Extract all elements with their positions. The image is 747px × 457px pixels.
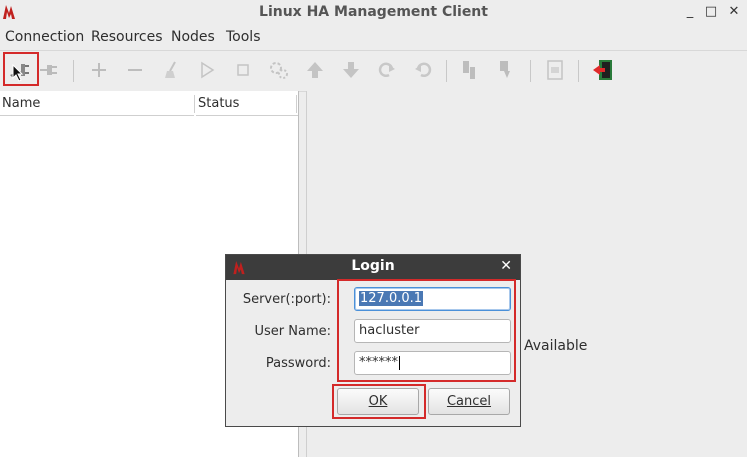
- ok-button-highlight: [332, 384, 426, 419]
- toolbar-separator: [530, 60, 531, 82]
- column-header-status[interactable]: Status: [196, 91, 298, 116]
- status-text: Available: [524, 338, 588, 354]
- menu-bar: Connection Resources Nodes Tools: [0, 26, 747, 48]
- login-dialog-title: Login: [351, 258, 395, 274]
- start-icon[interactable]: [194, 57, 220, 83]
- server-label: Server(:port):: [242, 292, 331, 307]
- window-titlebar: Linux HA Management Client _ □ ✕: [0, 0, 747, 26]
- configure-icon[interactable]: [266, 57, 292, 83]
- active-icon[interactable]: [492, 57, 518, 83]
- view-xml-icon[interactable]: [542, 57, 568, 83]
- close-dialog-button[interactable]: ✕: [500, 258, 512, 274]
- column-divider[interactable]: [194, 95, 195, 113]
- password-label: Password:: [265, 356, 331, 371]
- redo-icon[interactable]: [374, 57, 400, 83]
- undo-icon[interactable]: [410, 57, 436, 83]
- remove-icon[interactable]: [122, 57, 148, 83]
- logout-icon[interactable]: [37, 57, 63, 83]
- move-down-icon[interactable]: [338, 57, 364, 83]
- cleanup-icon[interactable]: [158, 57, 184, 83]
- menu-connection[interactable]: Connection: [5, 29, 84, 45]
- toolbar-separator: [578, 60, 579, 82]
- close-window-button[interactable]: ✕: [726, 3, 742, 21]
- exit-icon[interactable]: [590, 57, 616, 83]
- menu-nodes[interactable]: Nodes: [171, 29, 215, 45]
- toolbar-separator: [73, 60, 74, 82]
- toolbar: [0, 50, 747, 92]
- credentials-highlight: [337, 279, 516, 382]
- login-dialog-titlebar: Login ✕: [226, 255, 520, 280]
- window-title: Linux HA Management Client: [259, 4, 488, 20]
- menu-resources[interactable]: Resources: [91, 29, 163, 45]
- maximize-button[interactable]: □: [703, 3, 719, 21]
- cancel-button[interactable]: Cancel: [428, 388, 510, 415]
- column-divider[interactable]: [296, 95, 297, 113]
- toolbar-separator: [446, 60, 447, 82]
- move-up-icon[interactable]: [302, 57, 328, 83]
- minimize-button[interactable]: _: [682, 3, 698, 21]
- standby-icon[interactable]: [456, 57, 482, 83]
- menu-tools[interactable]: Tools: [226, 29, 261, 45]
- mouse-cursor-icon: [12, 64, 24, 82]
- column-header-name[interactable]: Name: [0, 91, 194, 116]
- add-icon[interactable]: [86, 57, 112, 83]
- username-label: User Name:: [254, 324, 332, 339]
- stop-icon[interactable]: [230, 57, 256, 83]
